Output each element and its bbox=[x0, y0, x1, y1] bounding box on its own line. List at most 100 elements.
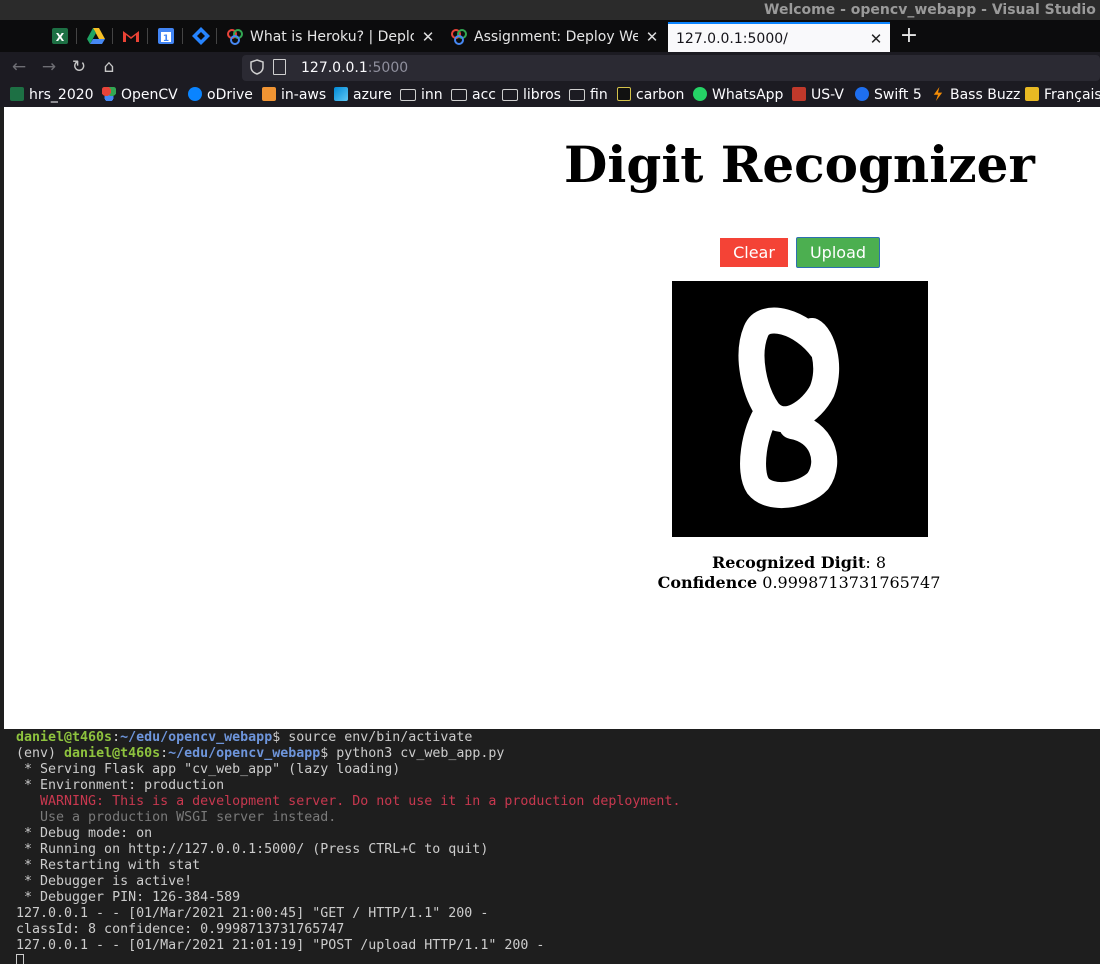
jira-icon[interactable] bbox=[191, 26, 211, 46]
bookmark-libros[interactable]: libros bbox=[502, 83, 561, 107]
result-panel: Recognized Digit: 8 Confidence 0.9998713… bbox=[604, 553, 994, 593]
shield-icon[interactable] bbox=[250, 59, 264, 75]
bookmark-azure[interactable]: azure bbox=[334, 83, 392, 107]
bookmark-label: hrs_2020 bbox=[29, 87, 94, 103]
bookmark-swift-5[interactable]: Swift 5 bbox=[855, 83, 922, 107]
bookmark-label: inn bbox=[421, 87, 443, 103]
terminal-line: daniel@t460s:~/edu/opencv_webapp$ source… bbox=[16, 730, 473, 745]
bookmark-carbon[interactable]: carbon bbox=[617, 83, 684, 107]
bookmark-label: azure bbox=[353, 87, 392, 103]
url-host: 127.0.0.1 bbox=[301, 60, 368, 76]
bookmark-bass-buzz[interactable]: Bass Buzz bbox=[931, 83, 1020, 107]
clear-button[interactable]: Clear bbox=[720, 238, 788, 267]
excel-icon[interactable]: X bbox=[50, 26, 70, 46]
prompt-user: daniel@t460s bbox=[64, 746, 161, 761]
whatsapp-icon bbox=[693, 87, 707, 101]
confidence-value: 0.9998713731765747 bbox=[757, 573, 941, 592]
bookmark-hrs-2020[interactable]: hrs_2020 bbox=[10, 83, 94, 107]
bookmark-francais[interactable]: Français bbox=[1025, 83, 1100, 107]
folder-icon bbox=[400, 89, 416, 101]
command-text: $ python3 cv_web_app.py bbox=[320, 746, 505, 761]
close-tab-icon[interactable]: ✕ bbox=[868, 24, 884, 52]
svg-text:X: X bbox=[56, 31, 65, 44]
command-text: $ source env/bin/activate bbox=[272, 730, 473, 745]
bookmark-inn[interactable]: inn bbox=[400, 83, 443, 107]
terminal-line: 127.0.0.1 - - [01/Mar/2021 21:01:19] "PO… bbox=[16, 938, 545, 953]
bookmark-whatsapp[interactable]: WhatsApp bbox=[693, 83, 783, 107]
url-text[interactable]: 127.0.0.1:5000 bbox=[301, 55, 408, 81]
bird-icon bbox=[792, 87, 806, 101]
os-title-bar: Welcome - opencv_webapp - Visual Studio … bbox=[0, 0, 1100, 20]
terminal-line: * Running on http://127.0.0.1:5000/ (Pre… bbox=[16, 842, 489, 857]
tab-separator bbox=[216, 28, 217, 44]
bookmark-label: WhatsApp bbox=[712, 87, 784, 103]
terminal-line: 127.0.0.1 - - [01/Mar/2021 21:00:45] "GE… bbox=[16, 906, 489, 921]
page-info-icon[interactable] bbox=[273, 59, 286, 75]
browser-tab-strip: X 1 What is Heroku? | Deploy ✕ Assignmen… bbox=[0, 20, 1100, 52]
bookmark-opencv[interactable]: OpenCV bbox=[102, 83, 178, 107]
bookmark-acc[interactable]: acc bbox=[451, 83, 496, 107]
bookmark-label: oDrive bbox=[207, 87, 253, 103]
terminal-line: * Environment: production bbox=[16, 778, 225, 793]
env-prefix: (env) bbox=[16, 746, 65, 761]
handwritten-digit-drawing bbox=[738, 307, 840, 509]
tab-separator bbox=[112, 28, 113, 44]
google-drive-icon[interactable] bbox=[86, 26, 106, 46]
back-button[interactable]: ← bbox=[8, 56, 30, 78]
tab-label: Assignment: Deploy Web bbox=[474, 29, 638, 45]
calendar-icon[interactable]: 1 bbox=[156, 26, 176, 46]
tab-localhost[interactable]: 127.0.0.1:5000/ ✕ bbox=[668, 22, 890, 52]
tab-assignment[interactable]: Assignment: Deploy Web ✕ bbox=[444, 22, 666, 52]
box-icon bbox=[262, 87, 276, 101]
home-button[interactable]: ⌂ bbox=[98, 56, 120, 78]
terminal-line: classId: 8 confidence: 0.999871373176574… bbox=[16, 922, 345, 937]
recognized-digit-line: Recognized Digit: 8 bbox=[604, 553, 994, 573]
lightning-icon bbox=[933, 87, 943, 101]
drawing-canvas[interactable] bbox=[672, 281, 928, 537]
terminal-line: * Debugger PIN: 126-384-589 bbox=[16, 890, 241, 905]
close-tab-icon[interactable]: ✕ bbox=[644, 22, 660, 52]
recognized-label: Recognized Digit bbox=[711, 553, 866, 572]
tab-separator bbox=[76, 28, 77, 44]
tab-separator bbox=[182, 28, 183, 44]
azure-icon bbox=[334, 87, 348, 101]
tab-heroku[interactable]: What is Heroku? | Deploy ✕ bbox=[220, 22, 442, 52]
cloud-icon bbox=[188, 87, 202, 101]
tab-separator bbox=[147, 28, 148, 44]
bookmark-label: in-aws bbox=[281, 87, 327, 103]
bookmark-label: carbon bbox=[636, 87, 685, 103]
terminal-line: (env) daniel@t460s:~/edu/opencv_webapp$ … bbox=[16, 746, 505, 761]
terminal-cursor bbox=[16, 954, 24, 964]
bookmark-fin[interactable]: fin bbox=[569, 83, 608, 107]
svg-text:1: 1 bbox=[163, 34, 169, 44]
window-title: Welcome - opencv_webapp - Visual Studio … bbox=[764, 2, 1100, 18]
prompt-path: ~/edu/opencv_webapp bbox=[120, 730, 273, 745]
tab-label: What is Heroku? | Deploy bbox=[250, 29, 414, 45]
reload-button[interactable]: ↻ bbox=[68, 56, 90, 78]
bookmark-label: US-V bbox=[811, 87, 844, 103]
terminal-line: * Debug mode: on bbox=[16, 826, 153, 841]
bookmark-in-aws[interactable]: in-aws bbox=[262, 83, 326, 107]
upload-button[interactable]: Upload bbox=[796, 237, 880, 268]
terminal-line: * Serving Flask app "cv_web_app" (lazy l… bbox=[16, 762, 401, 777]
prompt-path: ~/edu/opencv_webapp bbox=[168, 746, 321, 761]
prompt-user: daniel@t460s bbox=[16, 730, 113, 745]
heroku-favicon-icon bbox=[227, 29, 243, 45]
terminal-panel[interactable]: daniel@t460s:~/edu/opencv_webapp$ source… bbox=[0, 729, 1100, 964]
new-tab-button[interactable]: + bbox=[898, 22, 920, 50]
bookmark-label: fin bbox=[590, 87, 608, 103]
gmail-icon[interactable] bbox=[121, 26, 141, 46]
terminal-cursor-line bbox=[16, 954, 1100, 964]
assignment-favicon-icon bbox=[451, 29, 467, 45]
bookmark-label: OpenCV bbox=[121, 87, 178, 103]
profile-icon bbox=[1025, 87, 1039, 101]
url-port: :5000 bbox=[367, 60, 409, 76]
bookmark-label: libros bbox=[523, 87, 561, 103]
close-tab-icon[interactable]: ✕ bbox=[420, 22, 436, 52]
forward-button[interactable]: → bbox=[38, 56, 60, 78]
address-bar[interactable]: 127.0.0.1:5000 bbox=[242, 55, 1100, 81]
bookmark-us-v[interactable]: US-V bbox=[792, 83, 844, 107]
bookmark-label: Français bbox=[1044, 87, 1100, 103]
bookmark-odrive[interactable]: oDrive bbox=[188, 83, 253, 107]
confidence-label: Confidence bbox=[657, 573, 758, 592]
